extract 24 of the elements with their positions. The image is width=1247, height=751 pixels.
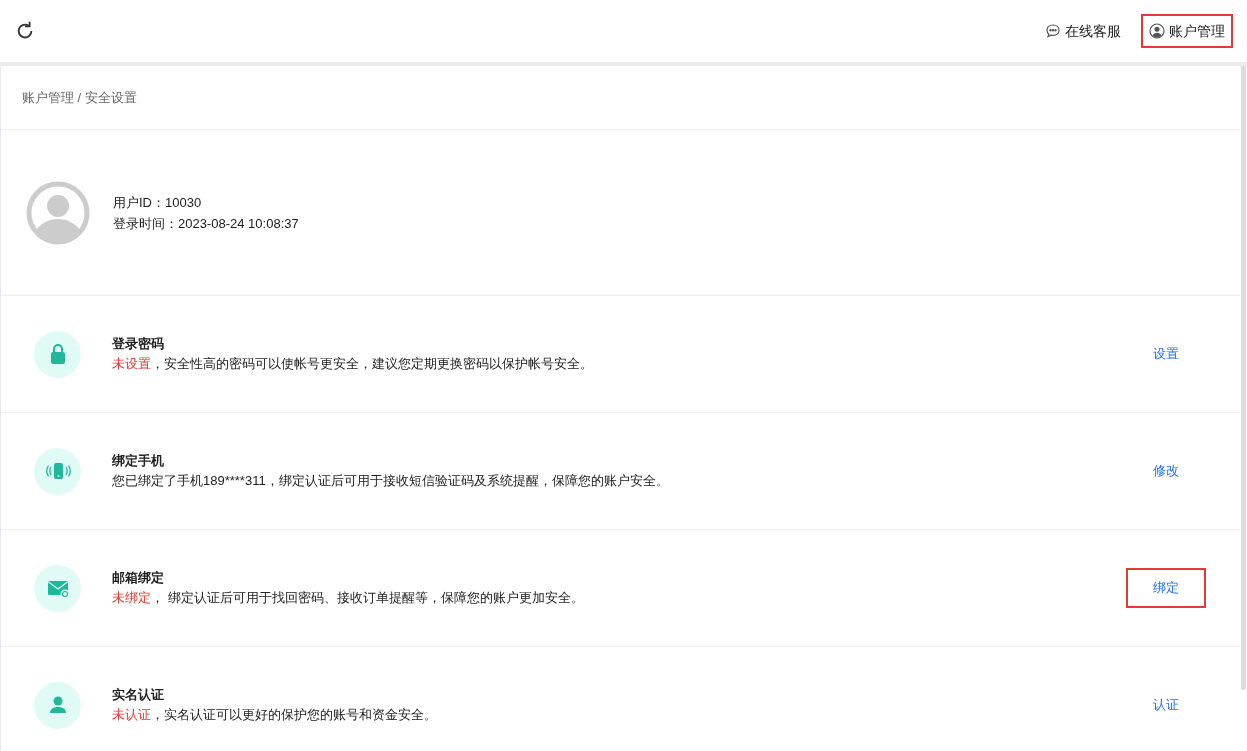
login-time: 登录时间：2023-08-24 10:08:37 (113, 214, 299, 233)
setting-action[interactable]: 绑定 (1126, 568, 1206, 608)
support-link[interactable]: 在线客服 (1037, 14, 1129, 48)
setting-title: 绑定手机 (112, 452, 165, 470)
setting-description: 未绑定， 绑定认证后可用于找回密码、接收订单提醒等，保障您的账户更加安全。 (112, 589, 585, 607)
chat-icon (1045, 23, 1061, 39)
user-id: 用户ID：10030 (113, 193, 203, 212)
lock-icon (34, 330, 81, 378)
setting-action[interactable]: 设置 (1126, 334, 1206, 374)
setting-title: 邮箱绑定 (112, 569, 165, 587)
breadcrumb: 账户管理 / 安全设置 (1, 66, 1240, 130)
setting-title: 登录密码 (112, 335, 165, 353)
setting-title: 实名认证 (112, 686, 165, 704)
mail-icon (34, 564, 81, 612)
setting-description: 您已绑定了手机189****311，绑定认证后可用于接收短信验证码及系统提醒，保障您的账户安全。 (112, 472, 670, 490)
phone-icon (34, 447, 81, 495)
setting-description: 未设置，安全性高的密码可以使帐号更安全，建议您定期更换密码以保护帐号安全。 (112, 355, 594, 373)
setting-action[interactable]: 认证 (1126, 685, 1206, 725)
person-icon (34, 681, 81, 729)
avatar-icon (26, 180, 90, 245)
setting-description: 未认证，实名认证可以更好的保护您的账号和资金安全。 (112, 706, 438, 724)
account-link[interactable]: 账户管理 (1141, 14, 1233, 48)
user-icon (1149, 23, 1165, 39)
setting-action[interactable]: 修改 (1126, 451, 1206, 491)
